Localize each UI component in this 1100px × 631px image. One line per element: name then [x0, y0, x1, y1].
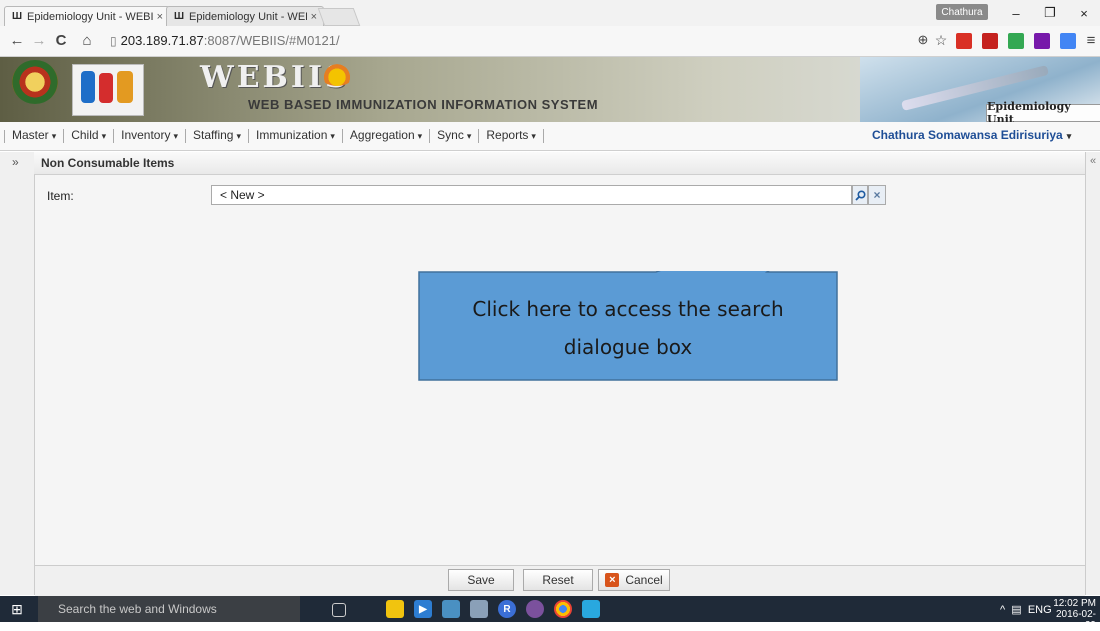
chevron-down-icon: ▾ [236, 131, 242, 141]
windows-start-icon[interactable]: ⊞ [8, 600, 26, 618]
url-host: 203.189.71.87 [120, 33, 204, 48]
chrome-icon[interactable] [554, 600, 572, 618]
extension-icon[interactable] [1060, 33, 1076, 49]
app-icon[interactable] [582, 600, 600, 618]
bookmark-star-icon[interactable]: ☆ [932, 31, 950, 49]
menu-icon[interactable]: ≡ [1082, 31, 1100, 49]
tab-title: Epidemiology Unit - WEBII [27, 10, 153, 23]
menu-child[interactable]: Child ▾ [64, 129, 115, 143]
menu-inventory[interactable]: Inventory ▾ [114, 129, 186, 143]
save-button[interactable]: Save [448, 569, 514, 591]
chevron-down-icon: ▾ [330, 131, 335, 141]
url-path: :8087/WEBIIS/#M0121/ [203, 33, 340, 48]
brand-logo [320, 64, 354, 86]
onenote-icon[interactable] [1034, 33, 1050, 49]
left-collapsed-panel [0, 152, 35, 595]
cancel-label: Cancel [625, 573, 663, 587]
url-field[interactable]: ▯ 203.189.71.87:8087/WEBIIS/#M0121/ [110, 31, 880, 50]
taskbar-search[interactable]: Search the web and Windows [38, 596, 300, 622]
right-collapsed-panel [1085, 152, 1100, 595]
menu-immunization[interactable]: Immunization ▾ [249, 129, 343, 143]
menu-staffing[interactable]: Staffing ▾ [186, 129, 250, 143]
tab-close-icon[interactable]: × [157, 11, 163, 23]
system-subtitle: WEB BASED IMMUNIZATION INFORMATION SYSTE… [248, 97, 599, 112]
menu-aggregation[interactable]: Aggregation ▾ [343, 129, 431, 143]
cancel-icon: × [605, 573, 620, 587]
unit-badge: Epidemiology Unit [986, 100, 1100, 126]
back-icon[interactable]: ← [8, 31, 26, 49]
app-icon[interactable]: R [498, 600, 516, 618]
menu-sync[interactable]: Sync ▾ [430, 129, 480, 143]
emblem-logo [12, 60, 58, 104]
media-player-icon[interactable]: ▶ [414, 600, 432, 618]
maximize-button[interactable]: ❐ [1038, 4, 1062, 22]
clock-date: 2016-02-29 [1055, 609, 1096, 631]
app-icon[interactable] [442, 600, 460, 618]
item-label: Item: [47, 189, 74, 203]
cancel-button[interactable]: × Cancel [598, 569, 670, 591]
minimize-button[interactable]: – [1004, 4, 1028, 22]
reset-button[interactable]: Reset [523, 569, 593, 591]
clock-time: 12:02 PM [1053, 598, 1096, 609]
user-name: Chathura Somawansa Edirisuriya [872, 128, 1063, 142]
panel-title: Non Consumable Items [41, 156, 175, 170]
language-indicator[interactable]: ENG [1028, 604, 1052, 616]
callout-line-2: dialogue box [563, 335, 693, 359]
chevron-down-icon: ▾ [101, 131, 107, 141]
user-menu[interactable]: Chathura Somawansa Edirisuriya ▾ [872, 128, 1071, 142]
panel-header [34, 152, 1085, 175]
extension-icon[interactable] [956, 33, 972, 49]
chevron-down-icon: ▾ [51, 131, 57, 141]
notification-icon[interactable]: ▤ [1011, 604, 1021, 616]
chevron-down-icon: ▾ [1066, 131, 1072, 141]
viber-icon[interactable] [526, 600, 544, 618]
chevron-down-icon: ▾ [466, 131, 472, 141]
close-window-button[interactable]: × [1072, 4, 1096, 22]
callout-text: Click here to access the search dialogue… [418, 290, 838, 366]
chevron-down-icon: ▾ [531, 131, 536, 141]
item-field[interactable] [211, 185, 852, 205]
reload-icon[interactable]: C [52, 31, 70, 49]
taskbar-clock[interactable]: 12:02 PM 2016-02-29 [1052, 598, 1096, 631]
browser-tab[interactable]: Ш Epidemiology Unit - WEBII × [166, 6, 324, 26]
gmail-icon[interactable] [982, 33, 998, 49]
site-favicon-icon: Ш [173, 11, 185, 22]
expand-panel-icon[interactable]: » [12, 155, 19, 169]
callout-line-1: Click here to access the search [472, 297, 784, 321]
file-explorer-icon[interactable] [386, 600, 404, 618]
profile-button[interactable]: Chathura [936, 4, 988, 20]
system-tray: ^ ▤ ENG [1000, 603, 1052, 616]
task-view-icon[interactable] [332, 603, 346, 617]
menu-master[interactable]: Master ▾ [5, 129, 65, 143]
chevron-down-icon: ▾ [173, 131, 178, 141]
zoom-icon[interactable]: ⊕ [914, 31, 932, 49]
menu-reports[interactable]: Reports ▾ [479, 129, 544, 143]
home-icon[interactable]: ⌂ [78, 31, 96, 49]
chevron-down-icon: ▾ [417, 131, 423, 141]
extension-icon[interactable] [1008, 33, 1024, 49]
search-icon[interactable] [852, 185, 868, 205]
forward-icon[interactable]: → [30, 31, 48, 49]
site-favicon-icon: Ш [11, 11, 23, 22]
new-tab-button[interactable] [317, 8, 361, 26]
collapse-panel-icon[interactable]: « [1090, 155, 1096, 167]
snipping-tool-icon[interactable] [470, 600, 488, 618]
tab-title: Epidemiology Unit - WEBII [189, 10, 307, 23]
clear-icon[interactable]: × [868, 185, 886, 205]
family-logo [72, 64, 144, 116]
chevron-up-icon[interactable]: ^ [1000, 604, 1005, 616]
tab-close-icon[interactable]: × [311, 11, 317, 23]
page-icon: ▯ [110, 33, 117, 48]
browser-tab-active[interactable]: Ш Epidemiology Unit - WEBII × [4, 6, 170, 26]
